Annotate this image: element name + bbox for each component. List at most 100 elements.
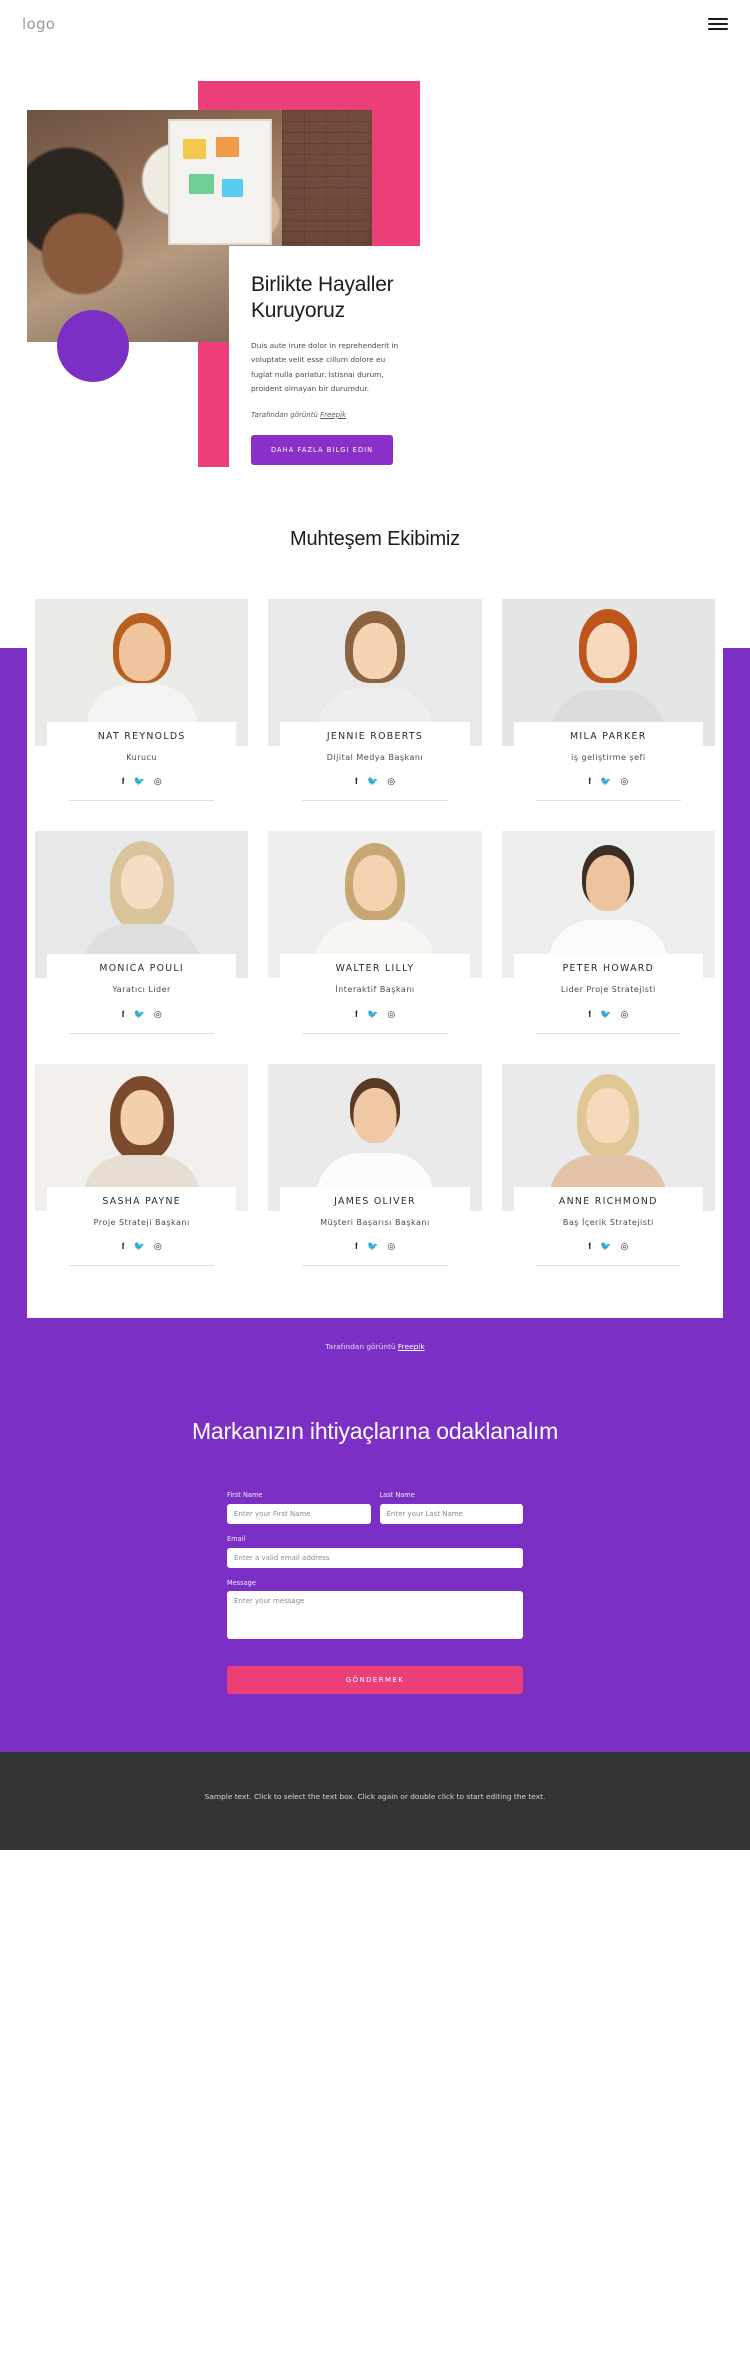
sticky-note — [222, 179, 243, 197]
hero-body-text: Duis aute irure dolor in reprehenderit i… — [251, 340, 399, 394]
instagram-icon[interactable]: ◎ — [154, 1242, 162, 1251]
first-name-field-group: First Name — [227, 1491, 371, 1525]
member-divider — [69, 1265, 215, 1267]
hero-heading: Birlikte Hayaller Kuruyoruz — [251, 273, 394, 323]
twitter-icon[interactable]: 🐦 — [367, 1009, 378, 1019]
facebook-icon[interactable]: 𝐟 — [588, 777, 591, 786]
last-name-input[interactable] — [379, 1504, 523, 1525]
member-name: NAT REYNOLDS — [97, 731, 186, 742]
member-socials: 𝐟 🐦 ◎ — [518, 1009, 699, 1019]
instagram-icon[interactable]: ◎ — [154, 1009, 162, 1019]
head-shape — [586, 623, 630, 678]
twitter-icon[interactable]: 🐦 — [134, 1242, 145, 1251]
hero-section: Birlikte Hayaller Kuruyoruz Duis aute ir… — [0, 48, 750, 495]
member-socials: 𝐟 🐦 ◎ — [284, 1009, 465, 1019]
member-name: WALTER LILLY — [335, 963, 415, 975]
member-name: JENNIE ROBERTS — [326, 731, 424, 742]
member-namecard: JAMES OLIVER Müşteri Başarısı Başkanı 𝐟 … — [280, 1186, 470, 1267]
last-name-label: Last Name — [379, 1491, 415, 1500]
team-member-card[interactable]: MONICA POULI Yaratıcı Lider 𝐟 🐦 ◎ — [35, 831, 249, 1063]
instagram-icon[interactable]: ◎ — [621, 777, 629, 786]
twitter-icon[interactable]: 🐦 — [600, 1009, 611, 1019]
instagram-icon[interactable]: ◎ — [387, 1242, 395, 1251]
sticky-note — [182, 139, 206, 160]
team-member-card[interactable]: JAMES OLIVER Müşteri Başarısı Başkanı 𝐟 … — [268, 1063, 482, 1296]
hero-card: Birlikte Hayaller Kuruyoruz Duis aute ir… — [229, 246, 422, 495]
member-name: MILA PARKER — [570, 731, 647, 742]
team-member-card[interactable]: WALTER LILLY İnteraktif Başkanı 𝐟 🐦 ◎ — [268, 831, 482, 1063]
member-divider — [535, 1032, 681, 1034]
instagram-icon[interactable]: ◎ — [387, 1009, 395, 1019]
footer-text: Sample text. Click to select the text bo… — [204, 1792, 546, 1802]
instagram-icon[interactable]: ◎ — [621, 1242, 629, 1251]
head-shape — [586, 855, 631, 912]
facebook-icon[interactable]: 𝐟 — [122, 777, 125, 786]
facebook-icon[interactable]: 𝐟 — [355, 777, 358, 786]
contact-section: Markanızın ihtiyaçlarına odaklanalım Fir… — [0, 1357, 750, 1753]
facebook-icon[interactable]: 𝐟 — [122, 1242, 125, 1251]
instagram-icon[interactable]: ◎ — [621, 1009, 629, 1019]
team-credit-link[interactable]: Freepik — [398, 1342, 425, 1351]
facebook-icon[interactable]: 𝐟 — [588, 1009, 591, 1019]
hamburger-menu-icon[interactable] — [708, 18, 728, 30]
facebook-icon[interactable]: 𝐟 — [122, 1009, 125, 1019]
instagram-icon[interactable]: ◎ — [154, 777, 162, 786]
learn-more-button[interactable]: DAHA FAZLA BILGI EDIN — [251, 434, 394, 465]
team-card-panel: NAT REYNOLDS Kurucu 𝐟 🐦 ◎ JENNIE ROBERTS… — [27, 585, 723, 1319]
contact-form: First Name Last Name Email Message GÖNDE… — [227, 1491, 523, 1695]
hero-credit-link[interactable]: Freepik — [320, 411, 346, 419]
twitter-icon[interactable]: 🐦 — [367, 1242, 378, 1251]
member-namecard: NAT REYNOLDS Kurucu 𝐟 🐦 ◎ — [47, 722, 237, 802]
member-name: JAMES OLIVER — [334, 1195, 416, 1207]
facebook-icon[interactable]: 𝐟 — [355, 1242, 358, 1251]
head-shape — [586, 1087, 630, 1143]
member-socials: 𝐟 🐦 ◎ — [284, 777, 465, 786]
twitter-icon[interactable]: 🐦 — [134, 777, 145, 786]
twitter-icon[interactable]: 🐦 — [600, 1242, 611, 1251]
member-role: İnteraktif Başkanı — [335, 985, 415, 995]
member-name: PETER HOWARD — [562, 963, 655, 975]
member-divider — [535, 800, 681, 802]
team-member-card[interactable]: ANNE RICHMOND Baş İçerik Stratejisti 𝐟 🐦… — [501, 1063, 715, 1296]
head-shape — [120, 855, 163, 910]
member-role: Kurucu — [126, 753, 158, 762]
head-shape — [353, 1087, 397, 1143]
team-member-card[interactable]: JENNIE ROBERTS Dijital Medya Başkanı 𝐟 🐦… — [268, 599, 482, 831]
member-divider — [302, 800, 448, 802]
team-section: Muhteşem Ekibimiz NAT REYNOLDS Kurucu 𝐟 — [0, 488, 750, 1662]
site-footer: Sample text. Click to select the text bo… — [0, 1752, 750, 1851]
team-member-card[interactable]: MILA PARKER iş geliştirme şefi 𝐟 🐦 ◎ — [501, 599, 715, 831]
twitter-icon[interactable]: 🐦 — [600, 777, 611, 786]
submit-button[interactable]: GÖNDERMEK — [227, 1666, 523, 1695]
head-shape — [352, 855, 397, 912]
instagram-icon[interactable]: ◎ — [387, 777, 395, 786]
message-input[interactable] — [227, 1591, 523, 1640]
head-shape — [120, 1089, 164, 1145]
first-name-input[interactable] — [227, 1504, 371, 1525]
team-credit-prefix: Tarafından görüntü — [325, 1342, 398, 1352]
member-role: Proje Strateji Başkanı — [93, 1217, 190, 1227]
member-namecard: ANNE RICHMOND Baş İçerik Stratejisti 𝐟 🐦… — [513, 1186, 703, 1267]
team-member-card[interactable]: PETER HOWARD Lider Proje Stratejisti 𝐟 🐦… — [501, 831, 715, 1063]
member-namecard: JENNIE ROBERTS Dijital Medya Başkanı 𝐟 🐦… — [280, 722, 470, 802]
email-input[interactable] — [227, 1548, 523, 1569]
twitter-icon[interactable]: 🐦 — [134, 1009, 145, 1019]
member-role: iş geliştirme şefi — [571, 753, 646, 762]
member-role: Müşteri Başarısı Başkanı — [320, 1217, 430, 1227]
logo[interactable]: logo — [22, 15, 55, 33]
facebook-icon[interactable]: 𝐟 — [588, 1242, 591, 1251]
member-namecard: WALTER LILLY İnteraktif Başkanı 𝐟 🐦 ◎ — [280, 954, 470, 1034]
twitter-icon[interactable]: 🐦 — [367, 777, 378, 786]
page-root: logo Birlikte Hayaller Kuruyoruz Duis au… — [0, 0, 750, 1851]
hero-photo-whiteboard — [168, 119, 272, 245]
facebook-icon[interactable]: 𝐟 — [355, 1009, 358, 1019]
member-role: Yaratıcı Lider — [112, 985, 171, 995]
member-divider — [69, 1032, 215, 1034]
member-socials: 𝐟 🐦 ◎ — [51, 777, 232, 786]
member-socials: 𝐟 🐦 ◎ — [518, 777, 699, 786]
member-divider — [69, 800, 215, 802]
team-member-card[interactable]: SASHA PAYNE Proje Strateji Başkanı 𝐟 🐦 ◎ — [35, 1063, 249, 1296]
team-member-card[interactable]: NAT REYNOLDS Kurucu 𝐟 🐦 ◎ — [35, 599, 249, 831]
message-field-group: Message — [227, 1579, 523, 1644]
last-name-field-group: Last Name — [379, 1491, 523, 1525]
